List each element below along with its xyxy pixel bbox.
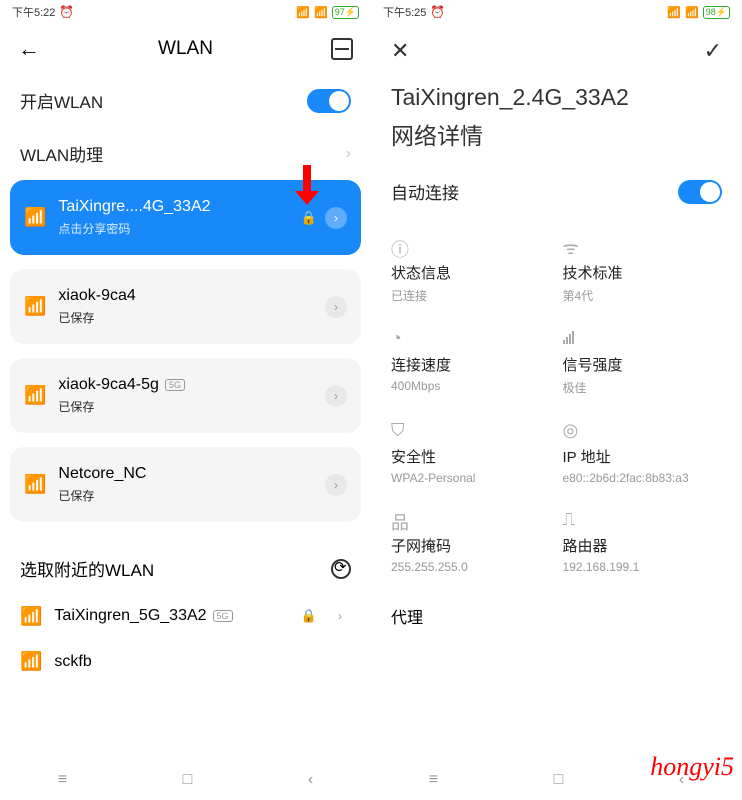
wifi-subtitle: 已保存 [58,487,313,504]
network-name-title: TaiXingren_2.4G_33A2 [371,78,742,113]
wifi-icon: 📶 [314,6,328,19]
battery-indicator: 98⚡ [703,6,730,19]
wifi-signal-icon: 📶 [20,651,42,672]
wifi-signal-icon: 📶 [20,606,42,627]
wlan-toggle[interactable] [307,89,351,113]
nav-menu-icon[interactable]: ≡ [429,771,438,789]
info-subnet: 品 子网掩码 255.255.255.0 [391,509,551,574]
signal-icon: 📶 [296,6,310,19]
wlan-enable-row: 开启WLAN [0,74,371,127]
signal-icon: 📶 [667,6,681,19]
network-info-grid: ⓘ 状态信息 已连接 ᯤ 技术标准 第4代 ◔ 连接速度 400Mbps 信号强… [371,218,742,592]
detail-arrow-icon[interactable]: › [325,207,347,229]
info-ip: ◎ IP 地址 e80::2b6d:2fac:8b83:a3 [563,420,723,485]
wifi-icon: 📶 [685,6,699,19]
info-speed: ◔ 连接速度 400Mbps [391,328,551,396]
confirm-check-icon[interactable]: ✓ [704,38,722,64]
wifi-subtitle: 点击分享密码 [58,220,288,237]
nav-home-icon[interactable]: □ [183,771,193,789]
info-status: ⓘ 状态信息 已连接 [391,236,551,304]
proxy-row[interactable]: 代理 [371,592,742,640]
status-time: 下午5:25 [383,4,426,20]
auto-connect-toggle[interactable] [678,180,722,204]
wlan-settings-screen: 下午5:22 ⏰ 📶 📶 97⚡ ← WLAN 开启WLAN WLAN助理 › … [0,0,371,800]
status-bar: 下午5:22 ⏰ 📶 📶 97⚡ [0,0,371,24]
info-security: ⛉ 安全性 WPA2-Personal [391,420,551,485]
detail-arrow-icon[interactable]: › [325,385,347,407]
nav-menu-icon[interactable]: ≡ [58,771,67,789]
wlan-enable-label: 开启WLAN [20,88,103,113]
lock-icon: 🔒 [301,608,317,624]
detail-header: ✕ ✓ [371,24,742,78]
wifi-name: xiaok-9ca4 [58,287,313,305]
wifi-name: TaiXingren_5G_33A2 5G [54,607,288,625]
page-title: WLAN [40,38,331,60]
refresh-icon[interactable] [331,559,351,579]
wifi-name: TaiXingre....4G_33A2 [58,198,288,216]
network-details-screen: 下午5:25 ⏰ 📶 📶 98⚡ ✕ ✓ TaiXingren_2.4G_33A… [371,0,742,800]
info-tech: ᯤ 技术标准 第4代 [563,236,723,304]
auto-connect-label: 自动连接 [391,179,459,204]
wifi-name: sckfb [54,653,91,671]
nearby-title: 选取附近的WLAN [20,556,154,581]
info-icon: ⓘ [391,236,551,258]
signal-bars-icon [563,328,723,350]
header: ← WLAN [0,24,371,74]
battery-indicator: 97⚡ [332,6,359,19]
wlan-assistant-label: WLAN助理 [20,141,103,166]
alarm-icon: ⏰ [430,5,445,19]
alarm-icon: ⏰ [59,5,74,19]
wifi-network-item[interactable]: 📶 xiaok-9ca4-5g 5G 已保存 › [10,358,361,433]
detail-subtitle: 网络详情 [371,113,742,165]
scan-qr-icon[interactable] [331,38,353,60]
navigation-bar: ≡ □ ‹ [0,760,371,800]
speed-icon: ◔ [391,328,551,350]
watermark-text: hongyi5 [650,752,734,782]
wifi-signal-icon: 📶 [24,296,46,317]
close-icon[interactable]: ✕ [391,38,409,64]
wifi-signal-icon: 📶 [24,474,46,495]
status-time: 下午5:22 [12,4,55,20]
info-router: ⎍ 路由器 192.168.199.1 [563,509,723,574]
nav-back-icon[interactable]: ‹ [308,771,313,789]
auto-connect-row: 自动连接 [371,165,742,218]
nearby-wifi-item[interactable]: 📶 sckfb [0,639,371,684]
shield-icon: ⛉ [391,420,551,442]
detail-arrow-icon[interactable]: › [329,605,351,627]
router-icon: ⎍ [563,509,723,531]
wifi-network-item[interactable]: 📶 Netcore_NC 已保存 › [10,447,361,522]
wifi-network-item[interactable]: 📶 xiaok-9ca4 已保存 › [10,269,361,344]
wifi-name: xiaok-9ca4-5g 5G [58,376,313,394]
nearby-section-header: 选取附近的WLAN [0,536,371,593]
wifi-signal-icon: 📶 [24,207,46,228]
annotation-arrow-down [295,165,319,205]
wifi-signal-icon: 📶 [24,385,46,406]
detail-arrow-icon[interactable]: › [325,474,347,496]
subnet-icon: 品 [391,509,551,531]
nearby-wifi-item[interactable]: 📶 TaiXingren_5G_33A2 5G 🔒 › [0,593,371,639]
info-signal: 信号强度 极佳 [563,328,723,396]
5g-badge: 5G [165,379,185,391]
wifi-icon: ᯤ [563,236,723,258]
5g-badge: 5G [213,610,233,622]
back-arrow-icon[interactable]: ← [18,36,40,62]
wifi-subtitle: 已保存 [58,309,313,326]
wifi-subtitle: 已保存 [58,398,313,415]
wifi-name: Netcore_NC [58,465,313,483]
detail-arrow-icon[interactable]: › [325,296,347,318]
lock-icon: 🔒 [301,210,317,226]
nav-home-icon[interactable]: □ [554,771,564,789]
chevron-right-icon: › [346,145,351,163]
ip-icon: ◎ [563,420,723,442]
saved-networks-list: 📶 TaiXingre....4G_33A2 点击分享密码 🔒 › 📶 xiao… [0,180,371,522]
status-bar: 下午5:25 ⏰ 📶 📶 98⚡ [371,0,742,24]
